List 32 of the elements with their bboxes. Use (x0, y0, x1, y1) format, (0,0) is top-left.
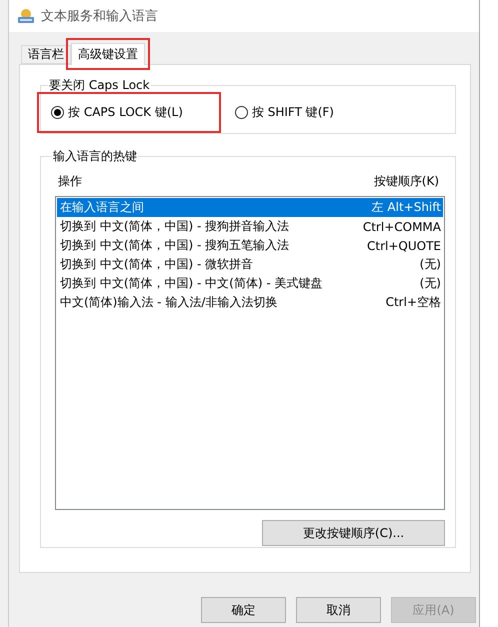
action-text: 切换到 中文(简体，中国) - 微软拼音 (60, 256, 254, 273)
group-title: 输入语言的热键 (52, 148, 138, 165)
list-row[interactable]: 切换到 中文(简体，中国) - 微软拼音 (无) (57, 255, 443, 274)
action-text: 切换到 中文(简体，中国) - 搜狗拼音输入法 (60, 218, 290, 235)
dialog-button[interactable]: 取消 (296, 597, 381, 623)
column-header: 操作 (58, 173, 82, 190)
key-sequence-text: 左 Alt+Shift (372, 199, 441, 216)
list-row[interactable]: 切换到 中文(简体，中国) - 中文(简体) - 美式键盘 (无) (57, 274, 443, 293)
list-row[interactable]: 切换到 中文(简体，中国) - 搜狗五笔输入法 Ctrl+QUOTE (57, 236, 443, 255)
dialog-button[interactable]: 确定 (201, 597, 286, 623)
list-row[interactable]: 切换到 中文(简体，中国) - 搜狗拼音输入法 Ctrl+COMMA (57, 217, 443, 236)
tab[interactable]: 语言栏 (21, 45, 71, 64)
action-text: 切换到 中文(简体，中国) - 搜狗五笔输入法 (60, 237, 290, 254)
keyboard-globe-icon (17, 8, 35, 24)
window-title: 文本服务和输入语言 (41, 8, 158, 25)
radio-button[interactable] (234, 106, 248, 119)
list-row[interactable]: 中文(简体)输入法 - 输入法/非输入法切换 Ctrl+空格 (57, 293, 443, 312)
key-sequence-text: Ctrl+空格 (386, 294, 441, 311)
key-sequence-text: Ctrl+QUOTE (367, 238, 441, 252)
radio-button[interactable] (51, 106, 64, 119)
key-sequence-text: (无) (420, 275, 441, 292)
action-text: 在输入语言之间 (60, 199, 144, 216)
group-title: 要关闭 Caps Lock (48, 77, 151, 94)
action-text: 中文(简体)输入法 - 输入法/非输入法切换 (60, 294, 278, 311)
action-text: 切换到 中文(简体，中国) - 中文(简体) - 美式键盘 (60, 275, 322, 292)
radio-option[interactable]: 按 SHIFT 键(F) (220, 92, 372, 133)
radio-option[interactable]: 按 CAPS LOCK 键(L) (37, 92, 221, 133)
change-key-sequence-button[interactable]: 更改按键顺序(C)... (262, 520, 445, 546)
column-header: 按键顺序(K) (374, 173, 439, 190)
key-sequence-text: (无) (420, 256, 441, 273)
key-sequence-text: Ctrl+COMMA (362, 220, 441, 234)
list-row[interactable]: 在输入语言之间 左 Alt+Shift (57, 198, 443, 217)
